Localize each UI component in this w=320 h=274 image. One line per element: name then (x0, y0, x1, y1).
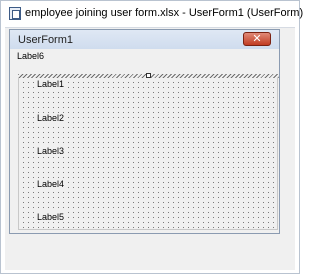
designer-titlebar[interactable]: employee joining user form.xlsx - UserFo… (1, 1, 303, 27)
label3-control[interactable]: Label3 (36, 146, 66, 156)
designer-window-title: employee joining user form.xlsx - UserFo… (25, 7, 304, 19)
label2-control[interactable]: Label2 (36, 113, 66, 123)
selected-frame-control[interactable]: Label1 Label2 Label3 Label4 Label5 (18, 73, 279, 230)
userform-caption: UserForm1 (18, 34, 74, 46)
resize-handle[interactable] (146, 73, 151, 78)
label4-control[interactable]: Label4 (36, 179, 66, 189)
userform-client-area[interactable]: Label6 Label1 Label2 Label3 Label4 Label… (10, 49, 279, 233)
label5-control[interactable]: Label5 (36, 212, 66, 222)
close-icon: ✕ (252, 32, 262, 45)
label1-control[interactable]: Label1 (36, 79, 66, 89)
close-button[interactable]: ✕ (243, 32, 271, 46)
userform-titlebar[interactable]: UserForm1 ✕ (10, 30, 279, 49)
label6-control[interactable]: Label6 (17, 51, 44, 61)
userform-window[interactable]: UserForm1 ✕ Label6 Label1 Label2 Label3 … (9, 29, 280, 234)
userform-document-icon (9, 7, 21, 20)
